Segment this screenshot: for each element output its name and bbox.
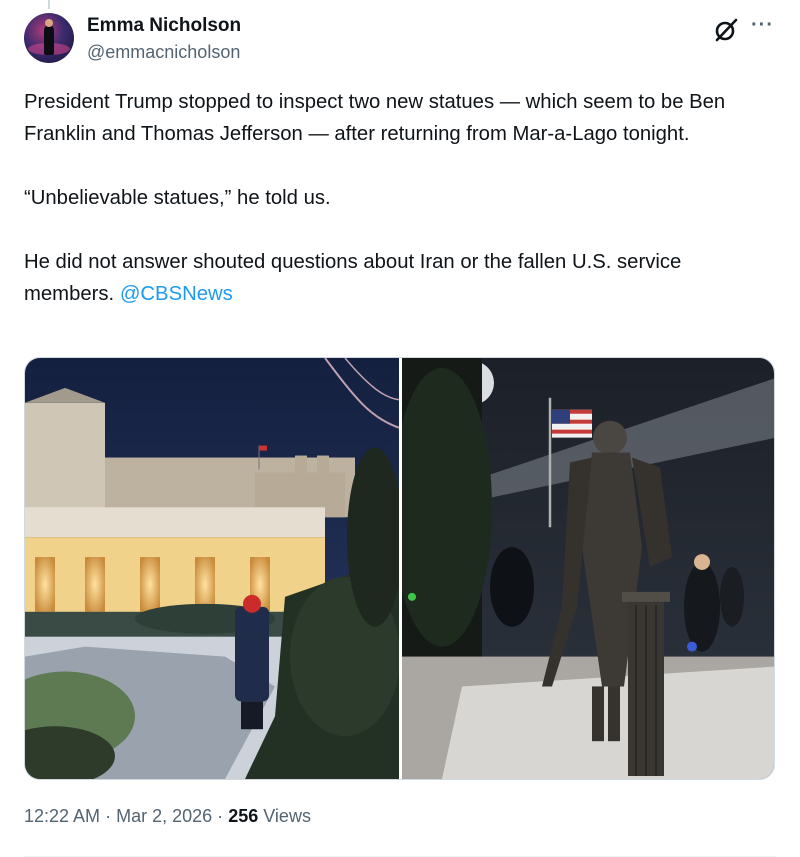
views-count: 256 (228, 806, 259, 826)
avatar[interactable] (24, 13, 74, 63)
meta-separator: · (105, 806, 112, 826)
tweet-paragraph-3: He did not answer shouted questions abou… (24, 246, 776, 310)
photo-white-house-night[interactable] (25, 358, 399, 779)
tweet-paragraph-1: President Trump stopped to inspect two n… (24, 91, 726, 145)
mention-link[interactable]: @CBSNews (120, 283, 233, 305)
more-options-icon[interactable]: ··· (751, 14, 774, 37)
views-label: Views (263, 806, 311, 826)
author-name[interactable]: Emma Nicholson (87, 15, 241, 37)
tweet-paragraph-2: “Unbelievable statues,” he told us. (24, 187, 331, 209)
tweet-meta: 12:22 AM · Mar 2, 2026 · 256 Views (24, 806, 311, 827)
media-grid (24, 357, 775, 780)
thread-connector-line (48, 0, 50, 9)
tweet-time[interactable]: 12:22 AM (24, 806, 100, 826)
meta-separator: · (217, 806, 224, 826)
tweet-date[interactable]: Mar 2, 2026 (116, 806, 212, 826)
tweet-text: President Trump stopped to inspect two n… (24, 86, 776, 310)
photo-jefferson-statue[interactable] (402, 358, 774, 779)
avatar-figure (44, 19, 54, 55)
grok-icon[interactable] (712, 16, 740, 44)
author-handle[interactable]: @emmacnicholson (87, 42, 240, 63)
